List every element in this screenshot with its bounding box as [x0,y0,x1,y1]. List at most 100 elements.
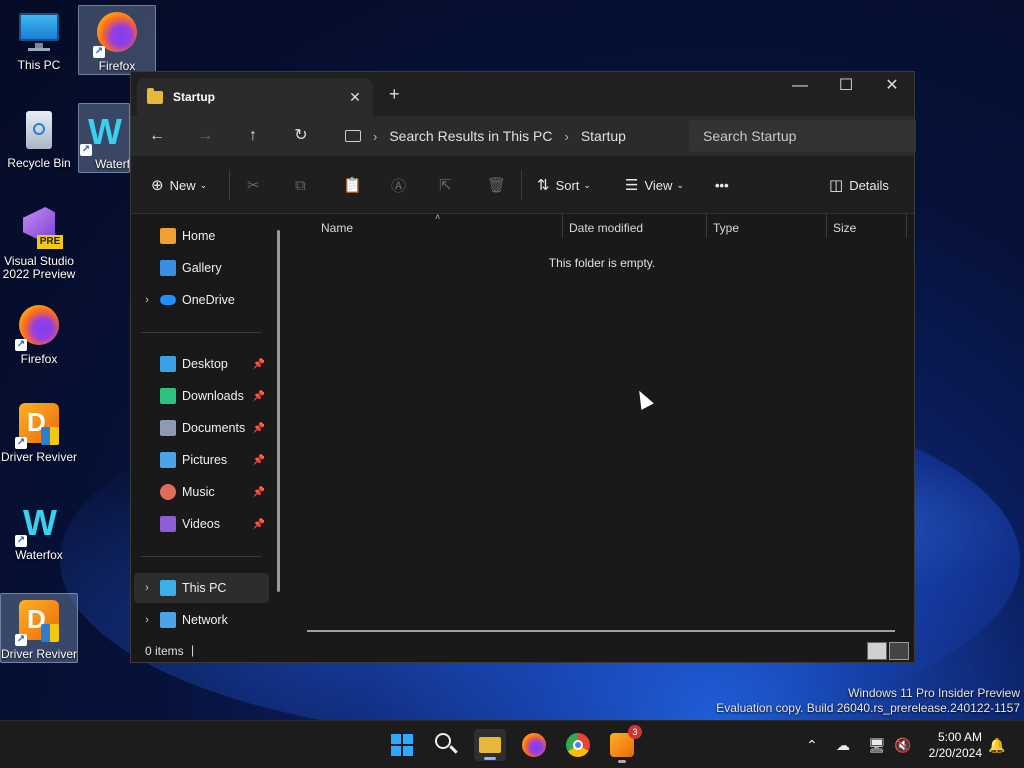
view-button[interactable]: ☰ View ⌄ [625,173,684,197]
notification-bell-icon[interactable]: 🔔 [988,737,1005,754]
share-icon: ⇱ [439,177,452,194]
new-button[interactable]: ⊕ New ⌄ [151,173,207,197]
shortcut-arrow-icon: ↗ [93,46,105,58]
chevron-down-icon: ⌄ [676,179,684,190]
sidebar-item-music[interactable]: Music 📌 [134,477,269,507]
chevron-up-icon[interactable]: ⌃ [806,737,818,754]
desktop-icon-label: Waterfox [15,548,63,562]
firefox-icon [522,733,546,757]
details-pane-icon: ◫ [829,177,844,194]
driver-reviver-icon: D ↗ [15,401,63,449]
sidebar-item-downloads[interactable]: Downloads 📌 [134,381,269,411]
column-header-name[interactable]: Name [321,214,353,242]
taskbar-chrome[interactable] [562,729,594,761]
column-header-type[interactable]: Type [713,214,739,242]
chevron-right-icon[interactable]: › [134,582,160,594]
details-button-label: Details [849,177,889,193]
details-view-button[interactable] [867,642,887,660]
details-pane-button[interactable]: ◫ Details [829,173,889,197]
clock[interactable]: 5:00 AM 2/20/2024 [929,729,982,761]
desktop-icon-waterfox[interactable]: W ↗ Waterf [78,103,130,173]
monitor-icon [15,9,63,57]
copy-button[interactable]: ⧉ [295,173,312,197]
forward-button[interactable]: → [191,124,219,148]
taskbar-firefox[interactable] [518,729,550,761]
taskbar-driver-reviver[interactable]: 3 [606,725,642,763]
sidebar-item-this-pc[interactable]: › This PC [134,573,269,603]
new-tab-button[interactable]: + [389,84,400,105]
volume-muted-icon[interactable]: 🔇 [894,737,911,754]
recycle-bin-icon [15,107,63,155]
taskbar: 3 ⌃ ☁ 🖥 🔇 5:00 AM 2/20/2024 🔔 [0,720,1024,768]
onedrive-sync-icon[interactable]: ☁ [836,737,850,754]
sidebar-item-pictures[interactable]: Pictures 📌 [134,445,269,475]
breadcrumb-item[interactable]: Startup [581,128,626,144]
divider[interactable] [906,214,907,238]
driver-reviver-icon: D ↗ [15,598,63,646]
horizontal-scrollbar[interactable] [307,630,895,632]
file-explorer-window[interactable]: Startup ✕ + — ☐ ✕ ← → ↑ ↻ › Search Resul… [130,71,916,663]
sidebar-item-desktop[interactable]: Desktop 📌 [134,349,269,379]
sidebar-scrollbar[interactable] [277,230,280,592]
desktop-icon-driver-reviver[interactable]: D ↗ Driver Reviver [0,397,78,467]
breadcrumb-item[interactable]: Search Results in This PC [389,128,552,144]
divider[interactable] [706,214,707,238]
shortcut-arrow-icon: ↗ [15,634,27,646]
column-header-date-modified[interactable]: Date modified [569,214,643,242]
share-button[interactable]: ⇱ [439,173,458,197]
desktop-icon-firefox[interactable]: ↗ Firefox [78,5,156,75]
address-bar[interactable]: › Search Results in This PC › Startup [331,120,680,152]
desktop-icon-waterfox-2[interactable]: W ↗ Waterfox [0,495,78,565]
column-header-size[interactable]: Size [833,214,856,242]
trash-icon: 🗑 [487,177,507,194]
taskbar-file-explorer[interactable] [474,729,506,761]
desktop-icon-firefox-2[interactable]: ↗ Firefox [0,299,78,369]
network-icon[interactable]: 🖥 [868,737,886,754]
chevron-right-icon[interactable]: › [134,294,160,306]
back-button[interactable]: ← [143,124,171,148]
sidebar-item-onedrive[interactable]: › OneDrive [134,285,269,315]
divider[interactable] [826,214,827,238]
divider[interactable] [562,214,563,238]
delete-button[interactable]: 🗑 [487,173,512,197]
chevron-right-icon: › [564,128,569,144]
cut-button[interactable]: ✂ [247,173,266,197]
chevron-right-icon[interactable]: › [134,614,160,626]
clock-date: 2/20/2024 [928,746,982,760]
large-icons-view-button[interactable] [889,642,909,660]
close-button[interactable]: ✕ [869,72,915,102]
paste-button[interactable]: 📋 [343,173,368,197]
more-options-button[interactable]: ••• [715,173,729,197]
start-button[interactable] [386,729,418,761]
search-input[interactable]: Search Startup [689,120,916,152]
desktop-icon-driver-reviver-2[interactable]: D ↗ Driver Reviver [0,593,78,663]
file-list[interactable]: Name ˄ Date modified Type Size This fold… [289,212,915,634]
search-button[interactable] [430,729,462,761]
desktop-icon-label: Recycle Bin [7,156,71,170]
tab-startup[interactable]: Startup ✕ [137,78,373,116]
sidebar-item-label: Network [182,613,228,627]
sidebar-item-documents[interactable]: Documents 📌 [134,413,269,443]
sidebar-item-gallery[interactable]: Gallery [134,253,269,283]
refresh-button[interactable]: ↻ [287,124,315,148]
up-button[interactable]: ↑ [239,124,267,148]
desktop-icon-recycle-bin[interactable]: Recycle Bin [0,103,78,173]
desktop-icon-this-pc[interactable]: This PC [0,5,78,75]
divider [141,332,261,333]
maximize-button[interactable]: ☐ [823,72,869,102]
chevron-down-icon: ⌄ [583,179,591,190]
desktop-icon-label: Waterf [95,157,130,171]
folder-icon [479,737,501,753]
title-bar[interactable]: Startup ✕ + — ☐ ✕ [131,72,914,116]
minimize-button[interactable]: — [777,72,823,102]
new-button-label: New [169,177,196,193]
desktop-icon-visual-studio[interactable]: PRE Visual Studio 2022 Preview [0,201,78,287]
tab-close-icon[interactable]: ✕ [343,89,367,106]
sidebar-item-videos[interactable]: Videos 📌 [134,509,269,539]
sidebar-item-network[interactable]: › Network [134,605,269,635]
pre-badge: PRE [37,235,63,249]
rename-button[interactable]: Ⓐ [391,173,412,197]
sidebar-item-home[interactable]: Home [134,221,269,251]
sort-button[interactable]: ⇅ Sort ⌄ [537,173,591,197]
desktop-icon-label: Driver Reviver [0,647,77,661]
